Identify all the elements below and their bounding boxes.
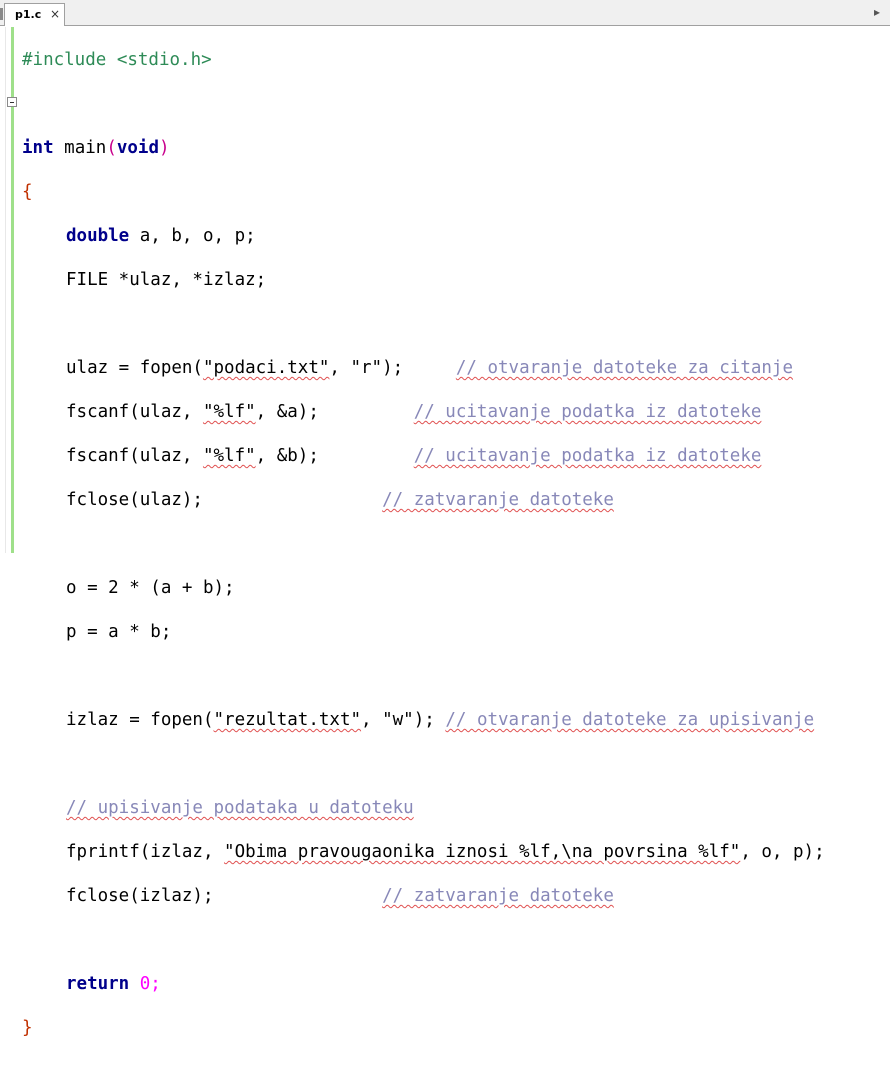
tab-bar: p1.c × ▸ bbox=[0, 0, 890, 26]
code-line-13: o = 2 * (a + b); bbox=[22, 577, 825, 599]
comment-close-2: // zatvaranje datoteke bbox=[382, 886, 614, 906]
string-format-a: "%lf" bbox=[202, 402, 256, 422]
comment-read-b: // ucitavanje podatka iz datoteke bbox=[413, 446, 762, 466]
close-icon[interactable]: × bbox=[50, 7, 60, 21]
keyword-void: void bbox=[116, 138, 160, 158]
code-comma: , bbox=[329, 358, 351, 378]
fold-collapse-icon[interactable] bbox=[7, 97, 17, 107]
comment-write: // upisivanje podataka u datoteku bbox=[66, 798, 414, 818]
change-history-margin bbox=[0, 27, 6, 553]
comment-open-read: // otvaranje datoteke za citanje bbox=[455, 358, 794, 378]
string-w: "w" bbox=[382, 710, 414, 730]
code-line-22: return 0; bbox=[22, 973, 825, 995]
keyword-return: return bbox=[66, 974, 130, 994]
code-line-18: // upisivanje podataka u datoteku bbox=[22, 797, 825, 819]
comment-read-a: // ucitavanje podatka iz datoteke bbox=[413, 402, 762, 422]
code-line-5: double a, b, o, p; bbox=[22, 225, 825, 247]
keyword-double: double bbox=[66, 226, 130, 246]
return-value: 0; bbox=[139, 974, 161, 994]
brace-close: } bbox=[22, 1018, 33, 1038]
code-line-20: fclose(izlaz); // zatvaranje datoteke bbox=[22, 885, 825, 907]
code-fclose-izlaz: fclose(izlaz); bbox=[66, 886, 214, 906]
code-fopen-izlaz: izlaz = fopen( bbox=[66, 710, 214, 730]
code-editor[interactable]: #include <stdio.h> int main(void) { doub… bbox=[0, 27, 890, 1038]
code-end: ); bbox=[413, 710, 435, 730]
code-fscanf-b: fscanf(ulaz, bbox=[66, 446, 203, 466]
keyword-int: int bbox=[22, 138, 54, 158]
code-line-23: } bbox=[22, 1017, 825, 1039]
paren-close: ) bbox=[159, 138, 170, 158]
code-text[interactable]: #include <stdio.h> int main(void) { doub… bbox=[22, 27, 825, 1083]
declaration-vars: a, b, o, p; bbox=[139, 226, 256, 246]
code-end: , &b); bbox=[255, 446, 319, 466]
code-line-3: int main(void) bbox=[22, 137, 825, 159]
scroll-right-icon[interactable]: ▸ bbox=[870, 5, 884, 19]
code-end: , &a); bbox=[255, 402, 319, 422]
comment-close-1: // zatvaranje datoteke bbox=[382, 490, 614, 510]
code-line-9: fscanf(ulaz, "%lf", &a); // ucitavanje p… bbox=[22, 401, 825, 423]
comment-open-write: // otvaranje datoteke za upisivanje bbox=[445, 710, 815, 730]
code-comma: , bbox=[361, 710, 383, 730]
string-rezultat: "rezultat.txt" bbox=[213, 710, 362, 730]
code-line-10: fscanf(ulaz, "%lf", &b); // ucitavanje p… bbox=[22, 445, 825, 467]
code-line-11: fclose(ulaz); // zatvaranje datoteke bbox=[22, 489, 825, 511]
preprocessor-include: #include <stdio.h> bbox=[22, 50, 212, 70]
code-perimeter: o = 2 * (a + b); bbox=[66, 578, 235, 598]
function-name-main: main bbox=[64, 138, 107, 158]
code-fprintf: fprintf(izlaz, bbox=[66, 842, 225, 862]
declaration-file: FILE *ulaz, *izlaz; bbox=[66, 270, 267, 290]
code-line-19: fprintf(izlaz, "Obima pravougaonika izno… bbox=[22, 841, 825, 863]
tab-bar-left-marker bbox=[0, 8, 3, 20]
code-fclose-ulaz: fclose(ulaz); bbox=[66, 490, 203, 510]
code-end: , o, p); bbox=[740, 842, 825, 862]
brace-open: { bbox=[22, 182, 33, 202]
code-fopen-ulaz: ulaz = fopen( bbox=[66, 358, 203, 378]
code-fscanf-a: fscanf(ulaz, bbox=[66, 402, 203, 422]
code-line-6: FILE *ulaz, *izlaz; bbox=[22, 269, 825, 291]
tab-p1-c[interactable]: p1.c × bbox=[4, 3, 65, 26]
code-line-1: #include <stdio.h> bbox=[22, 49, 825, 71]
code-line-4: { bbox=[22, 181, 825, 203]
code-line-8: ulaz = fopen("podaci.txt", "r"); // otva… bbox=[22, 357, 825, 379]
paren-open: ( bbox=[106, 138, 117, 158]
string-podaci: "podaci.txt" bbox=[202, 358, 330, 378]
code-line-14: p = a * b; bbox=[22, 621, 825, 643]
string-output-format: "Obima pravougaonika iznosi %lf,\na povr… bbox=[224, 842, 741, 862]
code-area: p = a * b; bbox=[66, 622, 172, 642]
code-line-16: izlaz = fopen("rezultat.txt", "w"); // o… bbox=[22, 709, 825, 731]
string-r: "r" bbox=[350, 358, 383, 378]
string-format-b: "%lf" bbox=[202, 446, 256, 466]
code-end: ); bbox=[382, 358, 404, 378]
tab-title: p1.c bbox=[15, 8, 42, 21]
